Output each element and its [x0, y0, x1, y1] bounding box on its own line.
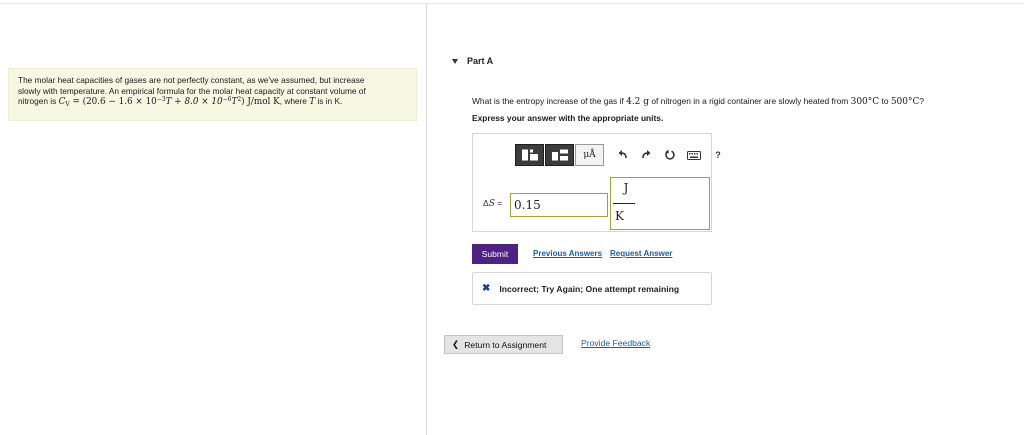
keyboard-icon: [687, 150, 701, 160]
question-start: What is the entropy increase of the gas …: [472, 96, 627, 106]
return-to-assignment-button[interactable]: ❮ Return to Assignment: [444, 335, 563, 354]
redo-button[interactable]: [639, 148, 653, 162]
caret-down-icon: [452, 58, 458, 64]
question-mid: of nitrogen in a rigid container are slo…: [649, 96, 851, 106]
answer-instruction: Express your answer with the appropriate…: [472, 113, 664, 123]
answer-box: μÅ ? ΔS = 0.15 J K: [472, 133, 721, 232]
question-text: What is the entropy increase of the gas …: [472, 96, 1017, 107]
intro-line-2: slowly with temperature. An empirical fo…: [18, 85, 366, 96]
fraction-template-icon: [521, 149, 538, 161]
templates-button[interactable]: [515, 144, 544, 166]
intro-line-3: nitrogen is CV = (20.6 − 1.6 × 10−3T + 8…: [18, 96, 412, 108]
intro-end: is in K.: [315, 96, 343, 106]
help-button[interactable]: ?: [711, 148, 725, 162]
value-input[interactable]: [510, 193, 608, 217]
provide-feedback-link[interactable]: Provide Feedback: [581, 338, 650, 348]
part-title: Part A: [467, 56, 494, 66]
math-toolbar: μÅ ?: [515, 143, 725, 167]
formula-units: ) J/mol K: [241, 97, 280, 107]
undo-icon: [618, 150, 627, 159]
redo-icon: [642, 150, 651, 159]
chevron-left-icon: ❮: [452, 339, 460, 349]
units-input[interactable]: J K: [610, 177, 710, 230]
return-label: Return to Assignment: [464, 339, 547, 350]
top-rule: [0, 3, 1024, 4]
unit-numerator: J: [623, 181, 629, 195]
question-temp-end: 500°C: [890, 97, 920, 107]
feedback-message: ✖ Incorrect; Try Again; One attempt rema…: [472, 272, 712, 305]
reset-button[interactable]: [663, 148, 677, 162]
part-a-toggle[interactable]: Part A: [452, 56, 493, 66]
incorrect-icon: ✖: [482, 283, 491, 294]
question-temp-start: 300°C: [850, 97, 880, 107]
intro-prefix: nitrogen is: [18, 96, 59, 106]
formula-exponent-1: −3: [156, 96, 166, 103]
equals-sign: =: [494, 198, 503, 208]
formula-part-b: T + 8.0 × 10: [165, 97, 223, 107]
submit-button[interactable]: Submit: [472, 244, 518, 264]
intro-mid: , where: [279, 96, 310, 106]
symbols-button[interactable]: [545, 144, 574, 166]
column-divider: [426, 3, 427, 435]
formula-part-a: = (20.6 − 1.6 × 10: [69, 97, 157, 107]
exponent-template-icon: [551, 149, 568, 161]
reset-icon: [665, 149, 675, 160]
problem-intro: The molar heat capacities of gases are n…: [8, 68, 417, 121]
answer-label: ΔS =: [483, 198, 502, 209]
previous-answers-link[interactable]: Previous Answers: [533, 249, 602, 258]
question-to: to: [879, 96, 891, 106]
question-end: ?: [919, 96, 925, 106]
request-answer-link[interactable]: Request Answer: [610, 249, 672, 258]
undo-button[interactable]: [616, 148, 630, 162]
heat-capacity-formula: CV = (20.6 − 1.6 × 10−3T + 8.0 × 10−6T2)…: [59, 96, 280, 108]
keyboard-button[interactable]: [687, 148, 701, 162]
unit-denominator: K: [615, 209, 624, 223]
question-mass: 4.2 g: [626, 97, 650, 107]
fraction-bar: [613, 203, 635, 204]
intro-line-1: The molar heat capacities of gases are n…: [18, 75, 365, 85]
feedback-text: Incorrect; Try Again; One attempt remain…: [499, 283, 680, 294]
units-button[interactable]: μÅ: [575, 144, 604, 166]
